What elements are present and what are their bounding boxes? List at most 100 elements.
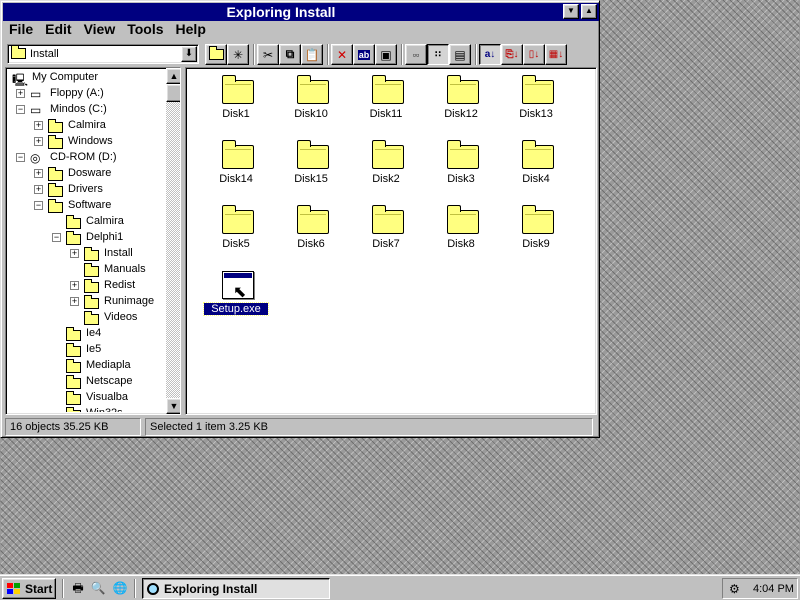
copy-button[interactable]: ⧉ [279,44,301,65]
folder-item[interactable]: Disk8 [425,200,497,260]
cdrom-icon: ◎ [30,151,41,165]
item-label: Disk2 [372,173,400,185]
collapse-icon[interactable]: − [52,233,61,242]
file-list-pane[interactable]: Disk1 Disk10 Disk11 Disk12 Disk13 Disk14 Disk1… [185,67,597,415]
tree-node[interactable]: + Redist [8,278,164,294]
folder-item[interactable]: Disk2 [350,135,422,195]
expand-icon[interactable]: + [34,185,43,194]
folder-item[interactable]: Disk1 [200,70,272,130]
tree-node[interactable]: − Software [8,198,164,214]
up-folder-button[interactable] [205,44,227,65]
folder-item[interactable]: Disk13 [500,70,572,130]
tree-node[interactable]: + Windows [8,134,164,150]
expand-icon[interactable]: + [34,169,43,178]
toolbar-separator [475,44,477,65]
folder-item[interactable]: Disk14 [200,135,272,195]
folder-tree-pane[interactable]: 🖳 My Computer + ▭ Floppy (A:) − ▭ Mindos (C:) + C… [5,67,181,415]
tree-node[interactable]: − ▭ Mindos (C:) [8,102,164,118]
delete-button[interactable]: ✕ [331,44,353,65]
menu-help[interactable]: Help [172,21,214,39]
expand-icon[interactable]: + [16,89,25,98]
folder-item[interactable]: Disk7 [350,200,422,260]
sort-by-type-button[interactable]: ⎘↓ [501,44,523,65]
tree-node[interactable]: Videos [8,310,164,326]
paste-button[interactable]: 📋 [301,44,323,65]
address-combobox[interactable]: Install ⬇ [7,44,199,64]
tree-node[interactable]: + ▭ Floppy (A:) [8,86,164,102]
folder-item[interactable]: Disk4 [500,135,572,195]
properties-button[interactable]: ▣ [375,44,397,65]
tray-monitor-icon[interactable]: ⚙ [729,582,745,596]
tree-node[interactable]: + Dosware [8,166,164,182]
menu-edit[interactable]: Edit [41,21,79,39]
sort-by-date-button[interactable]: ▦↓ [545,44,567,65]
tree-node[interactable]: Netscape [8,374,164,390]
folder-item[interactable]: Disk10 [275,70,347,130]
clock[interactable]: 4:04 PM [753,583,794,595]
tree-node[interactable]: Calmira [8,214,164,230]
folder-item[interactable]: Disk9 [500,200,572,260]
tree-node[interactable]: Win32s [8,406,164,412]
folder-icon [522,75,554,104]
quicklaunch-printer-icon[interactable]: 🖶 [70,580,86,596]
quicklaunch-browser-icon[interactable]: 🌐 [112,580,128,596]
menu-tools[interactable]: Tools [123,21,171,39]
title-bar[interactable]: Exploring Install ▼ ▲ [3,3,599,21]
tree-node[interactable]: Ie4 [8,326,164,342]
cut-button[interactable]: ✂ [257,44,279,65]
collapse-icon[interactable]: − [16,153,25,162]
scroll-thumb[interactable] [166,84,180,102]
expand-icon[interactable]: + [70,281,79,290]
scroll-up-button[interactable]: ▲ [166,68,180,84]
folder-item[interactable]: Disk6 [275,200,347,260]
mouse-cursor-icon: ⬉ [233,284,247,301]
scroll-down-button[interactable]: ▼ [166,398,180,414]
expand-icon[interactable]: + [70,297,79,306]
tree-node[interactable]: − Delphi1 [8,230,164,246]
maximize-button[interactable]: ▲ [581,4,597,19]
tree-scrollbar[interactable]: ▲ ▼ [166,68,180,414]
folder-icon [222,205,254,234]
floppy-icon: ▭ [30,87,42,101]
file-item[interactable]: ⬉ Setup.exe [200,265,272,325]
taskbar-separator [62,579,64,598]
large-icons-button[interactable]: ▫▫ [405,44,427,65]
expand-icon[interactable]: + [34,137,43,146]
task-button-exploring-install[interactable]: Exploring Install [142,578,330,599]
tree-node[interactable]: + Install [8,246,164,262]
expand-icon[interactable]: + [34,121,43,130]
details-icon: ▤ [454,47,466,62]
small-icons-button[interactable]: ∷ [427,44,449,65]
sort-by-size-button[interactable]: ▯↓ [523,44,545,65]
tree-node[interactable]: + Drivers [8,182,164,198]
collapse-icon[interactable]: − [16,105,25,114]
tree-node[interactable]: Ie5 [8,342,164,358]
quicklaunch-explorer-icon[interactable]: 🔍 [90,580,106,596]
menu-file[interactable]: File [5,21,41,39]
tree-node[interactable]: 🖳 My Computer [8,70,164,87]
item-label: Setup.exe [203,302,269,316]
details-button[interactable]: ▤ [449,44,471,65]
folder-item[interactable]: Disk15 [275,135,347,195]
rename-button[interactable]: ab [353,44,375,65]
map-drive-button[interactable]: ✳ [227,44,249,65]
folder-item[interactable]: Disk3 [425,135,497,195]
folder-item[interactable]: Disk11 [350,70,422,130]
tree-node[interactable]: Manuals [8,262,164,278]
tree-node[interactable]: − ◎ CD-ROM (D:) [8,150,164,166]
item-label: Disk8 [447,238,475,250]
start-button[interactable]: Start [2,578,56,599]
tree-node[interactable]: + Calmira [8,118,164,134]
sort-by-name-button[interactable]: a↓ [479,44,501,65]
folder-item[interactable]: Disk12 [425,70,497,130]
menu-view[interactable]: View [80,21,124,39]
expand-icon[interactable]: + [70,249,79,258]
folder-icon [297,75,329,104]
tree-node[interactable]: Visualba [8,390,164,406]
folder-item[interactable]: Disk5 [200,200,272,260]
collapse-icon[interactable]: − [34,201,43,210]
tree-node[interactable]: + Runimage [8,294,164,310]
address-dropdown-button[interactable]: ⬇ [181,46,197,62]
minimize-button[interactable]: ▼ [563,4,579,19]
tree-node[interactable]: Mediapla [8,358,164,374]
